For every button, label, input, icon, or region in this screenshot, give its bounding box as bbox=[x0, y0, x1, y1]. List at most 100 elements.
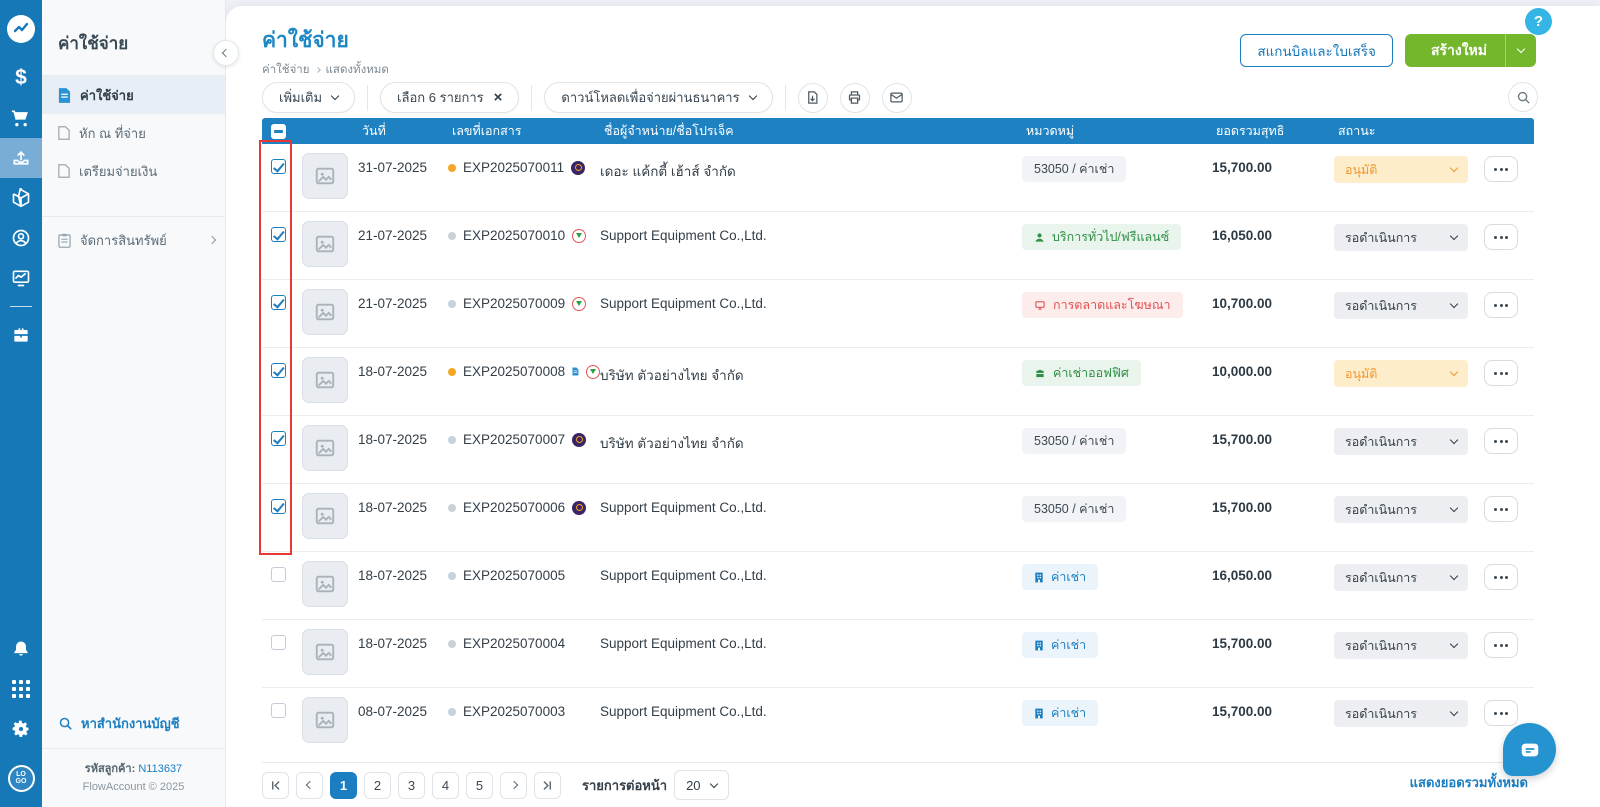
settings-gear-icon[interactable] bbox=[0, 709, 42, 749]
document-number[interactable]: EXP2025070005 bbox=[463, 568, 565, 583]
chat-button[interactable] bbox=[1503, 723, 1556, 776]
status-dropdown[interactable]: รอดำเนินการ bbox=[1334, 292, 1468, 319]
sidebar-item-withholding-tax[interactable]: หัก ณ ที่จ่าย bbox=[42, 114, 225, 152]
attachment-thumbnail[interactable] bbox=[302, 561, 348, 607]
attachment-thumbnail[interactable] bbox=[302, 493, 348, 539]
column-header-date[interactable]: วันที่ bbox=[358, 121, 448, 141]
attachment-thumbnail[interactable] bbox=[302, 289, 348, 335]
row-checkbox[interactable] bbox=[271, 227, 286, 242]
status-dropdown[interactable]: รอดำเนินการ bbox=[1334, 224, 1468, 251]
row-checkbox[interactable] bbox=[271, 295, 286, 310]
row-actions-button[interactable] bbox=[1484, 292, 1518, 318]
column-header-category[interactable]: หมวดหมู่ bbox=[1022, 121, 1212, 141]
company-logo-icon[interactable]: LOGO bbox=[0, 749, 42, 807]
attachment-thumbnail[interactable] bbox=[302, 153, 348, 199]
sidebar-item-expenses[interactable]: ค่าใช้จ่าย bbox=[42, 76, 225, 114]
print-icon bbox=[847, 90, 862, 105]
doc-status-dot bbox=[448, 368, 456, 376]
row-actions-button[interactable] bbox=[1484, 156, 1518, 182]
sell-dollar-icon[interactable]: $ bbox=[0, 58, 42, 98]
page-button[interactable]: 4 bbox=[432, 772, 459, 799]
attachment-thumbnail[interactable] bbox=[302, 697, 348, 743]
status-dropdown[interactable]: รอดำเนินการ bbox=[1334, 564, 1468, 591]
payroll-briefcase-icon[interactable] bbox=[0, 315, 42, 355]
last-page-button[interactable] bbox=[534, 772, 561, 799]
column-header-amount[interactable]: ยอดรวมสุทธิ bbox=[1212, 121, 1334, 141]
category-pill: บริการทั่วไป/ฟรีแลนซ์ bbox=[1022, 224, 1181, 250]
help-button[interactable]: ? bbox=[1525, 8, 1552, 35]
attachment-thumbnail[interactable] bbox=[302, 357, 348, 403]
search-button[interactable] bbox=[1508, 82, 1538, 112]
page-size-select[interactable]: 20 bbox=[674, 770, 728, 800]
row-actions-button[interactable] bbox=[1484, 564, 1518, 590]
row-actions-button[interactable] bbox=[1484, 360, 1518, 386]
page-button[interactable]: 1 bbox=[330, 772, 357, 799]
row-actions-button[interactable] bbox=[1484, 700, 1518, 726]
status-dropdown[interactable]: อนุมัติ bbox=[1334, 360, 1468, 387]
products-box-icon[interactable] bbox=[0, 178, 42, 218]
page-button[interactable]: 2 bbox=[364, 772, 391, 799]
row-actions-button[interactable] bbox=[1484, 632, 1518, 658]
download-bank-dropdown[interactable]: ดาวน์โหลดเพื่อจ่ายผ่านธนาคาร bbox=[544, 82, 772, 113]
document-number[interactable]: EXP2025070004 bbox=[463, 636, 565, 651]
status-dropdown[interactable]: รอดำเนินการ bbox=[1334, 700, 1468, 727]
row-checkbox[interactable] bbox=[271, 363, 286, 378]
select-all-checkbox[interactable] bbox=[271, 124, 286, 139]
row-checkbox[interactable] bbox=[271, 159, 286, 174]
attachment-thumbnail[interactable] bbox=[302, 629, 348, 675]
first-page-button[interactable] bbox=[262, 772, 289, 799]
notifications-bell-icon[interactable] bbox=[0, 629, 42, 669]
row-checkbox[interactable] bbox=[271, 499, 286, 514]
create-new-button[interactable]: สร้างใหม่ bbox=[1405, 34, 1536, 67]
row-checkbox[interactable] bbox=[271, 431, 286, 446]
previous-page-button[interactable] bbox=[296, 772, 323, 799]
reports-chart-icon[interactable] bbox=[0, 258, 42, 298]
row-checkbox[interactable] bbox=[271, 567, 286, 582]
document-number[interactable]: EXP2025070008 bbox=[463, 364, 565, 379]
flowaccount-logo-icon[interactable] bbox=[0, 0, 42, 58]
table-row: 18-07-2025 EXP2025070004 Support Equipme… bbox=[262, 620, 1534, 688]
row-checkbox[interactable] bbox=[271, 635, 286, 650]
page-button[interactable]: 5 bbox=[466, 772, 493, 799]
customer-code-label: รหัสลูกค้า: bbox=[85, 763, 135, 775]
status-dropdown[interactable]: รอดำเนินการ bbox=[1334, 428, 1468, 455]
find-accounting-firm-link[interactable]: หาสำนักงานบัญชี bbox=[42, 699, 225, 748]
clear-selection-icon[interactable]: × bbox=[494, 89, 503, 106]
status-dropdown[interactable]: อนุมัติ bbox=[1334, 156, 1468, 183]
chevron-down-icon bbox=[1450, 640, 1458, 648]
column-header-status[interactable]: สถานะ bbox=[1334, 121, 1484, 141]
status-dropdown[interactable]: รอดำเนินการ bbox=[1334, 496, 1468, 523]
document-number[interactable]: EXP2025070007 bbox=[463, 432, 565, 447]
status-dropdown[interactable]: รอดำเนินการ bbox=[1334, 632, 1468, 659]
sidebar-item-asset-management[interactable]: จัดการสินทรัพย์ bbox=[42, 217, 225, 263]
selection-chip[interactable]: เลือก 6 รายการ × bbox=[380, 82, 519, 113]
breadcrumb-item[interactable]: ค่าใช้จ่าย bbox=[262, 61, 310, 79]
row-checkbox[interactable] bbox=[271, 703, 286, 718]
column-header-vendor[interactable]: ชื่อผู้จำหน่าย/ชื่อโปรเจ็ค bbox=[600, 121, 1022, 141]
next-page-button[interactable] bbox=[500, 772, 527, 799]
email-button[interactable] bbox=[882, 83, 912, 113]
row-actions-button[interactable] bbox=[1484, 496, 1518, 522]
document-number[interactable]: EXP2025070006 bbox=[463, 500, 565, 515]
document-number[interactable]: EXP2025070011 bbox=[463, 160, 564, 175]
attachment-thumbnail[interactable] bbox=[302, 425, 348, 471]
attachment-thumbnail[interactable] bbox=[302, 221, 348, 267]
column-header-doc-no[interactable]: เลขที่เอกสาร bbox=[448, 121, 600, 141]
sidebar-item-prepare-payment[interactable]: เตรียมจ่ายเงิน bbox=[42, 152, 225, 190]
buy-cart-icon[interactable] bbox=[0, 98, 42, 138]
page-button[interactable]: 3 bbox=[398, 772, 425, 799]
document-number[interactable]: EXP2025070009 bbox=[463, 296, 565, 311]
person-icon bbox=[1034, 232, 1045, 243]
document-number[interactable]: EXP2025070003 bbox=[463, 704, 565, 719]
apps-grid-icon[interactable] bbox=[0, 669, 42, 709]
sidebar-collapse-button[interactable] bbox=[213, 40, 239, 66]
contacts-support-icon[interactable] bbox=[0, 218, 42, 258]
document-number[interactable]: EXP2025070010 bbox=[463, 228, 565, 243]
row-actions-button[interactable] bbox=[1484, 428, 1518, 454]
export-document-button[interactable] bbox=[798, 83, 828, 113]
scan-bill-receipt-button[interactable]: สแกนบิลและใบเสร็จ bbox=[1240, 34, 1393, 67]
row-actions-button[interactable] bbox=[1484, 224, 1518, 250]
expenses-upload-icon[interactable] bbox=[0, 138, 42, 178]
more-dropdown[interactable]: เพิ่มเติม bbox=[262, 82, 355, 113]
print-button[interactable] bbox=[840, 83, 870, 113]
